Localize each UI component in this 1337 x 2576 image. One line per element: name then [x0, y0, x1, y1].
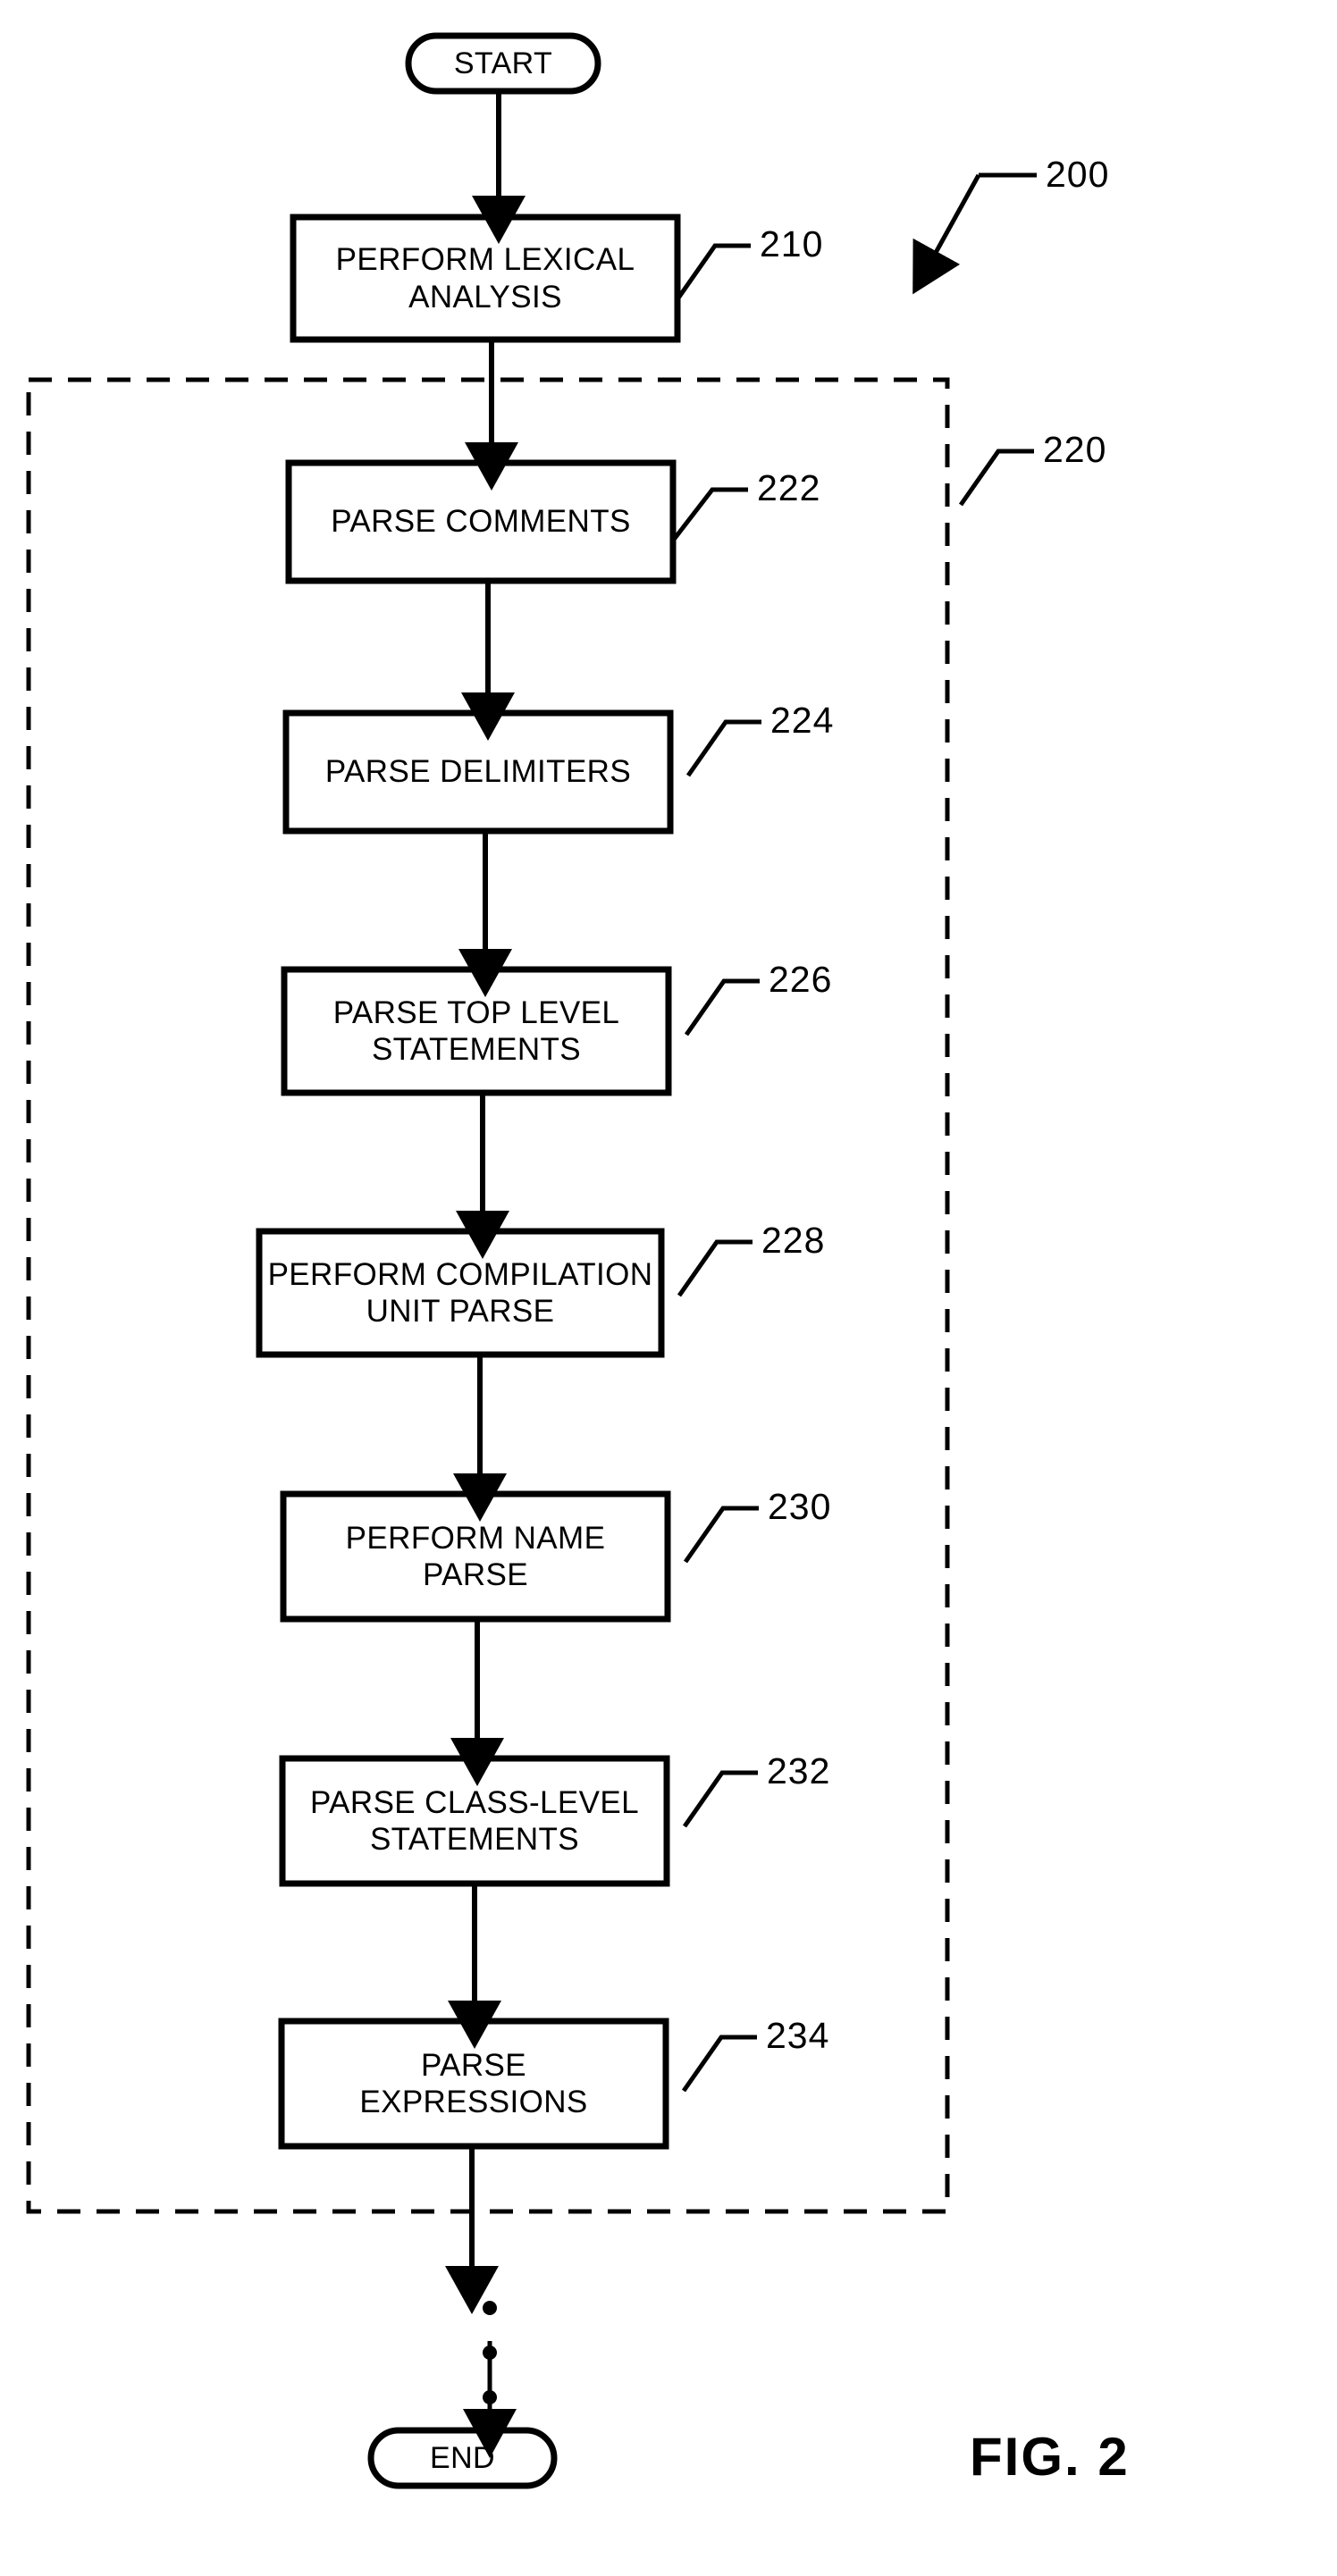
- leader-line-232: [682, 1770, 758, 1828]
- patent-figure-2: START PERFORM LEXICAL ANALYSIS PARSE COM…: [0, 0, 1337, 2576]
- reference-numeral-226: 226: [769, 959, 833, 1000]
- reference-numeral-232: 232: [767, 1750, 831, 1791]
- leader-line-224: [685, 719, 761, 777]
- reference-numeral-220: 220: [1043, 429, 1107, 470]
- process-box-232-shape: [279, 1755, 670, 1887]
- start-terminator-shape: [405, 32, 601, 95]
- reference-numeral-224: 224: [770, 700, 835, 741]
- process-box-230-shape: [280, 1490, 671, 1623]
- reference-numeral-234: 234: [766, 2015, 830, 2056]
- leader-line-230: [683, 1506, 759, 1564]
- reference-numeral-228: 228: [761, 1220, 826, 1261]
- leader-line-226: [684, 978, 760, 1036]
- figure-caption: FIG. 2: [970, 2427, 1130, 2487]
- reference-numeral-222: 222: [757, 467, 821, 508]
- leader-line-220: [958, 449, 1034, 507]
- process-box-234-shape: [278, 2018, 669, 2150]
- process-box-228-shape: [256, 1228, 665, 1358]
- leader-line-228: [677, 1239, 753, 1297]
- leader-line-222: [671, 487, 748, 542]
- reference-numeral-210: 210: [760, 223, 824, 264]
- leader-line-234: [681, 2035, 757, 2093]
- process-box-226-shape: [281, 966, 672, 1096]
- reference-numeral-200: 200: [1046, 154, 1110, 195]
- process-box-224-shape: [282, 709, 674, 835]
- reference-numeral-230: 230: [768, 1486, 832, 1527]
- end-terminator-shape: [367, 2427, 558, 2489]
- process-box-222-shape: [285, 459, 677, 584]
- process-box-210-shape: [290, 214, 681, 343]
- leader-line-200: [912, 172, 1037, 295]
- leader-line-210: [675, 243, 751, 301]
- flowchart-canvas: [26, 32, 1037, 2489]
